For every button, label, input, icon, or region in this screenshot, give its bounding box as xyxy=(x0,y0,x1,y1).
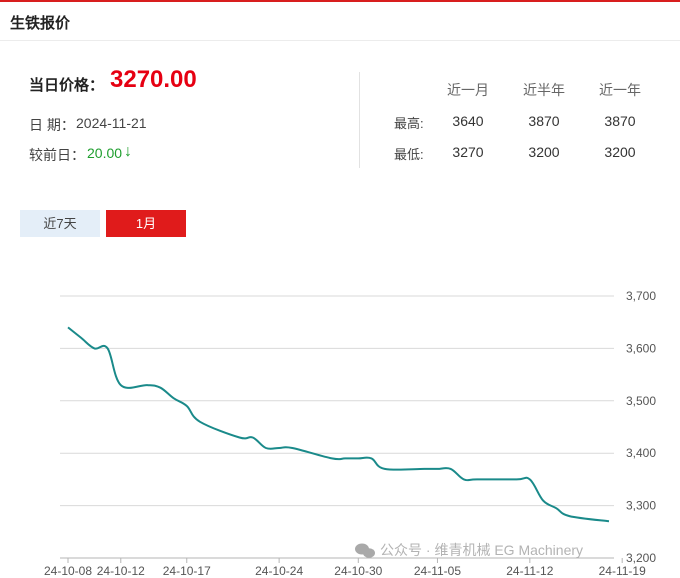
tab-7-days[interactable]: 近7天 xyxy=(20,210,100,237)
stats-cell: 3870 xyxy=(528,113,560,129)
summary-divider xyxy=(359,72,360,168)
y-tick-label: 3,300 xyxy=(626,499,656,513)
y-tick-label: 3,600 xyxy=(626,341,656,355)
stats-row-label-high: 最高: xyxy=(394,116,424,131)
stats-cell: 3270 xyxy=(452,144,484,160)
x-tick-label: 24-10-30 xyxy=(334,564,382,578)
y-tick-label: 3,200 xyxy=(626,551,656,565)
x-tick-label: 24-10-12 xyxy=(97,564,145,578)
stats-row-label-low: 最低: xyxy=(394,147,424,162)
price-line-chart: 3,200 3,300 3,400 3,500 3,600 3,700 24-10-08 2… xyxy=(44,289,656,578)
y-tick-label: 3,700 xyxy=(626,289,656,303)
stats-cell: 3200 xyxy=(528,144,560,160)
tab-1-month[interactable]: 1月 xyxy=(106,210,186,237)
top-accent-line xyxy=(0,0,680,2)
panel-title: 生铁报价 xyxy=(10,15,71,32)
stats-col-header: 近半年 xyxy=(523,82,565,98)
y-tick-label: 3,400 xyxy=(626,446,656,460)
title-divider xyxy=(0,40,680,41)
wechat-icon xyxy=(355,543,375,558)
current-price: 3270.00 xyxy=(110,66,197,93)
date-label: 日 期： xyxy=(29,117,75,133)
x-tick-label: 24-10-17 xyxy=(163,564,211,578)
stats-col-header: 近一月 xyxy=(447,82,489,98)
stats-cell: 3640 xyxy=(452,113,484,129)
stats-col-header: 近一年 xyxy=(599,82,641,98)
down-arrow-icon: ↓ xyxy=(124,143,132,160)
compare-value: 20.00 xyxy=(87,145,123,161)
quote-date: 2024-11-21 xyxy=(76,115,147,131)
stats-cell: 3870 xyxy=(604,113,636,129)
x-tick-label: 24-11-05 xyxy=(414,564,461,578)
y-tick-label: 3,500 xyxy=(626,394,656,408)
x-tick-label: 24-11-12 xyxy=(506,564,553,578)
price-label: 当日价格： xyxy=(29,77,105,94)
x-tick-label: 24-10-24 xyxy=(255,564,303,578)
x-tick-label: 24-10-08 xyxy=(44,564,92,578)
compare-label: 较前日： xyxy=(29,147,85,163)
x-tick-label: 24-11-19 xyxy=(599,564,646,578)
stats-cell: 3200 xyxy=(604,144,636,160)
watermark-text: 公众号 · 维青机械 EG Machinery xyxy=(380,542,583,558)
series-line xyxy=(67,326,610,523)
